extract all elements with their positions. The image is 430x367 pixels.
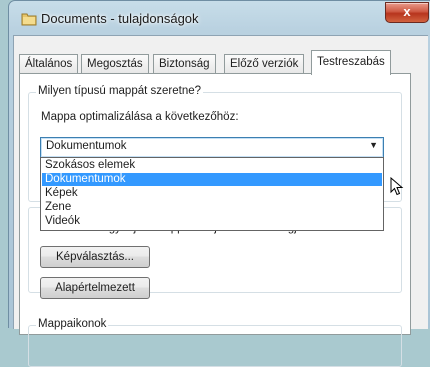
tab-sharing[interactable]: Megosztás (81, 54, 149, 74)
dropdown-option[interactable]: Zene (42, 201, 382, 214)
optimize-combobox[interactable]: Dokumentumok ▼ (40, 137, 384, 158)
folder-type-group-label: Milyen típusú mappát szeretne? (36, 85, 204, 97)
restore-default-button[interactable]: Alapértelmezett (40, 277, 150, 299)
properties-window: Documents - tulajdonságok x Általános Me… (8, 0, 430, 367)
dropdown-option[interactable]: Képek (42, 187, 382, 200)
tab-previous-versions[interactable]: Előző verziók (224, 54, 305, 74)
choose-picture-button[interactable]: Képválasztás... (40, 246, 150, 268)
tab-general[interactable]: Általános (19, 54, 79, 74)
folder-icons-group-label: Mappaikonok (36, 318, 109, 330)
dropdown-option[interactable]: Szokásos elemek (42, 159, 382, 172)
dropdown-option-selected[interactable]: Dokumentumok (42, 173, 382, 186)
optimize-label: Mappa optimalizálása a következőhöz: (41, 111, 239, 123)
chevron-down-icon[interactable]: ▼ (369, 140, 378, 150)
close-button[interactable]: x (385, 2, 429, 23)
optimize-dropdown-list: Szokásos elemek Dokumentumok Képek Zene … (40, 157, 384, 231)
title-bar[interactable]: Documents - tulajdonságok x (9, 1, 430, 35)
mouse-pointer-icon (390, 177, 404, 196)
tab-strip: Általános Megosztás Biztonság Előző verz… (14, 50, 428, 75)
window-title: Documents - tulajdonságok (41, 11, 199, 26)
tab-customize[interactable]: Testreszabás (311, 50, 391, 75)
dropdown-option[interactable]: Videók (42, 215, 382, 228)
dialog-client-area: Általános Megosztás Biztonság Előző verz… (13, 35, 428, 367)
combobox-value: Dokumentumok (46, 140, 127, 152)
folder-icon (21, 13, 37, 26)
tab-security[interactable]: Biztonság (153, 54, 216, 74)
folder-icons-group (28, 325, 402, 367)
